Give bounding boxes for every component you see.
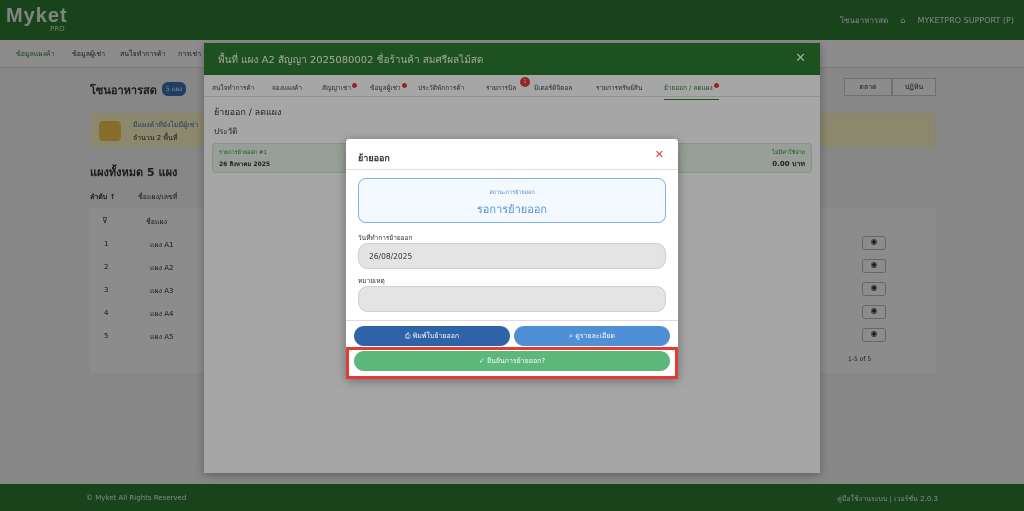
print-move-out-button[interactable]: ⎙ พิมพ์ใบย้ายออก bbox=[354, 326, 510, 346]
move-out-dialog: ย้ายออก ✕ สถานะการย้ายออก รอการย้ายออก ว… bbox=[346, 139, 678, 379]
details-button-label: ดูรายละเอียด bbox=[575, 332, 615, 340]
dialog-title: ย้ายออก bbox=[358, 154, 390, 164]
move-out-date-value: 26/08/2025 bbox=[369, 252, 413, 261]
status-label: สถานะการย้ายออก bbox=[489, 190, 535, 196]
date-label: วันที่ทำการย้ายออก bbox=[358, 234, 413, 242]
check-icon: ✓ bbox=[478, 357, 487, 365]
divider bbox=[346, 169, 678, 170]
status-value: รอการย้ายออก bbox=[476, 203, 548, 216]
close-icon[interactable]: ✕ bbox=[655, 148, 664, 161]
confirm-move-out-button[interactable]: ✓ ยืนยันการย้ายออก? bbox=[354, 351, 670, 371]
view-details-button[interactable]: ⌕ ดูรายละเอียด bbox=[514, 326, 670, 346]
note-label: หมายเหตุ bbox=[358, 277, 385, 285]
status-box: สถานะการย้ายออก รอการย้ายออก bbox=[358, 178, 666, 223]
printer-icon: ⎙ bbox=[404, 332, 413, 340]
note-field[interactable] bbox=[358, 286, 666, 312]
divider bbox=[346, 320, 678, 321]
print-button-label: พิมพ์ใบย้ายออก bbox=[412, 332, 460, 340]
confirm-button-label: ยืนยันการย้ายออก? bbox=[486, 357, 546, 365]
move-out-date-field[interactable]: 26/08/2025 bbox=[358, 243, 666, 269]
